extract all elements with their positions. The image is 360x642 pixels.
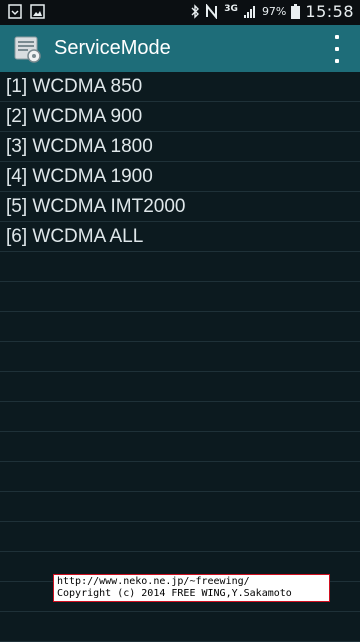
credit-watermark: http://www.neko.ne.jp/~freewing/ Copyrig… [53, 574, 330, 602]
clock: 15:58 [305, 2, 354, 21]
status-bar: 3G 97% 15:58 [0, 0, 360, 25]
overflow-dot [335, 35, 339, 39]
list-item[interactable] [0, 612, 360, 642]
list-item[interactable]: [1] WCDMA 850 [0, 72, 360, 102]
bluetooth-icon [191, 4, 200, 19]
list-item-label: [1] WCDMA 850 [6, 76, 143, 97]
battery-icon [291, 4, 301, 19]
list-item[interactable] [0, 282, 360, 312]
network-type-label: 3G [224, 3, 238, 14]
overflow-dot [335, 47, 339, 51]
list-item[interactable] [0, 312, 360, 342]
battery-percent: 97% [261, 5, 287, 18]
overflow-dot [335, 59, 339, 63]
list-item[interactable] [0, 252, 360, 282]
app-title: ServiceMode [54, 37, 171, 59]
list-item-label: [2] WCDMA 900 [6, 106, 143, 127]
list-item[interactable]: [5] WCDMA IMT2000 [0, 192, 360, 222]
image-icon [30, 4, 45, 19]
list-item[interactable]: [3] WCDMA 1800 [0, 132, 360, 162]
download-icon [8, 4, 22, 19]
overflow-menu-icon[interactable] [332, 35, 342, 63]
list-item[interactable]: [6] WCDMA ALL [0, 222, 360, 252]
credit-copyright: Copyright (c) 2014 FREE WING,Y.Sakamoto [57, 588, 292, 599]
list-item[interactable] [0, 492, 360, 522]
nfc-icon [206, 4, 218, 19]
band-list: [1] WCDMA 850 [2] WCDMA 900 [3] WCDMA 18… [0, 72, 360, 642]
list-item-label: [5] WCDMA IMT2000 [6, 196, 186, 217]
list-item[interactable] [0, 402, 360, 432]
list-item[interactable] [0, 522, 360, 552]
list-item[interactable] [0, 342, 360, 372]
list-item[interactable] [0, 462, 360, 492]
list-item[interactable]: [4] WCDMA 1900 [0, 162, 360, 192]
list-item[interactable] [0, 432, 360, 462]
list-item[interactable]: [2] WCDMA 900 [0, 102, 360, 132]
list-item-label: [6] WCDMA ALL [6, 226, 144, 247]
signal-icon [243, 5, 255, 18]
list-item-label: [3] WCDMA 1800 [6, 136, 153, 157]
credit-url: http://www.neko.ne.jp/~freewing/ [57, 576, 250, 587]
list-item[interactable] [0, 372, 360, 402]
status-right: 3G 97% 15:58 [190, 2, 354, 21]
list-item-label: [4] WCDMA 1900 [6, 166, 153, 187]
status-left [8, 4, 45, 19]
action-bar: ServiceMode [0, 25, 360, 72]
app-gear-icon[interactable] [12, 34, 42, 64]
